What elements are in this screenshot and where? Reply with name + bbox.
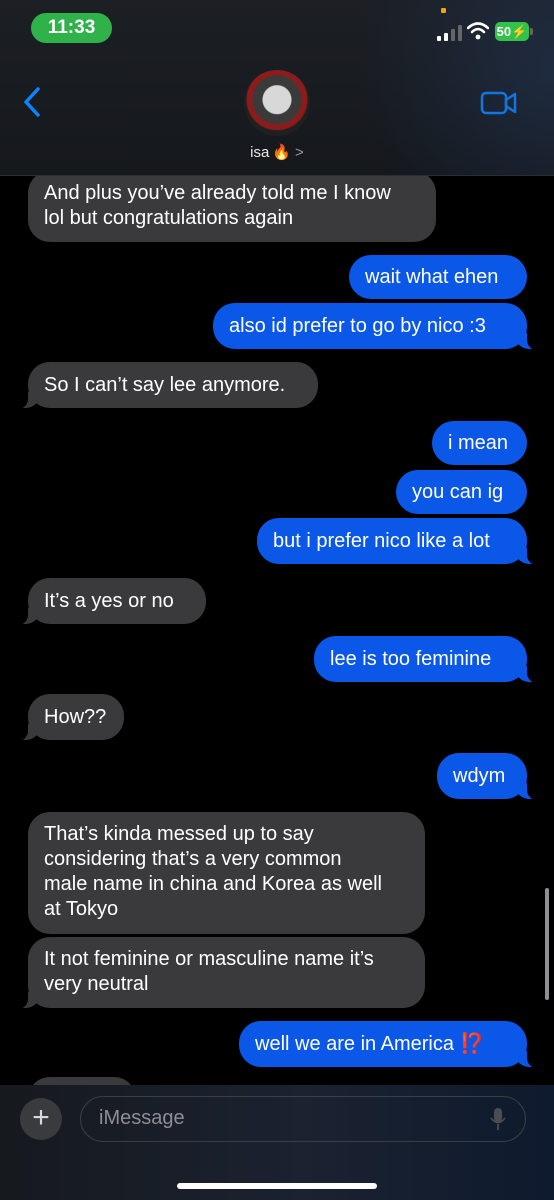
apps-plus-button[interactable]: + <box>20 1098 62 1140</box>
chevron-right-icon: > <box>295 144 304 161</box>
message-line: How?? <box>44 706 107 728</box>
message-line: It not feminine or masculine name it’s <box>44 948 374 970</box>
outgoing-message[interactable]: i mean <box>432 421 527 465</box>
facetime-video-icon[interactable] <box>480 89 518 117</box>
back-chevron-icon[interactable] <box>20 86 44 118</box>
outgoing-message[interactable]: well we are in America ⁉️ <box>239 1021 539 1068</box>
message-line: wdym <box>453 765 506 787</box>
message-line: lee is too feminine <box>330 648 492 670</box>
message-line: at Tokyo <box>44 898 119 920</box>
incoming-message[interactable]: So I can’t say lee anymore. <box>16 362 318 409</box>
message-line: also id prefer to go by nico :3 <box>229 315 486 337</box>
message-line: considering that’s a very common <box>44 848 342 870</box>
battery-cap <box>530 28 533 35</box>
message-line: well we are in America ⁉️ <box>255 1033 485 1055</box>
contact-name: isa <box>250 144 270 161</box>
message-line: but i prefer nico like a lot <box>273 530 490 552</box>
message-line: So I can’t say lee anymore. <box>44 374 286 396</box>
scroll-indicator[interactable] <box>545 888 549 1000</box>
imessage-input[interactable]: iMessage <box>80 1096 526 1142</box>
status-bar: 11:33 50⚡ <box>0 0 554 60</box>
contact-name-row[interactable]: isa 🔥 > <box>0 143 554 161</box>
outgoing-message[interactable]: wdym <box>437 753 539 800</box>
battery-icon: 50⚡ <box>495 22 529 41</box>
battery-level: 50 <box>496 24 512 39</box>
message-line: very neutral <box>44 973 149 995</box>
home-indicator[interactable] <box>177 1183 377 1189</box>
incoming-message[interactable]: How?? <box>16 694 124 741</box>
fire-emoji: 🔥 <box>272 144 292 161</box>
message-line: It’s a yes or no <box>44 590 174 612</box>
message-line: lol but congratulations again <box>44 207 294 229</box>
wifi-icon <box>467 22 489 40</box>
microphone-icon[interactable] <box>490 1107 506 1131</box>
privacy-indicator-icon <box>441 8 446 13</box>
incoming-message[interactable]: It not feminine or masculine name it’s v… <box>16 937 425 1009</box>
message-composer: + iMessage <box>0 1085 554 1200</box>
message-line: That’s kinda messed up to say <box>44 823 314 845</box>
message-line: And plus you’ve already told me I know <box>44 182 391 204</box>
message-line: wait what ehen <box>365 266 499 288</box>
outgoing-message[interactable]: but i prefer nico like a lot <box>257 518 539 565</box>
status-time: 11:33 <box>31 13 112 43</box>
contact-avatar[interactable] <box>244 70 310 136</box>
incoming-message[interactable]: And plus you’ve already told me I know l… <box>28 171 436 242</box>
cellular-signal-icon <box>437 25 462 41</box>
message-line: i mean <box>448 432 509 454</box>
outgoing-message[interactable]: also id prefer to go by nico :3 <box>213 303 539 350</box>
outgoing-message[interactable]: lee is too feminine <box>314 636 539 683</box>
incoming-message[interactable]: That’s kinda messed up to say considerin… <box>28 812 425 934</box>
outgoing-message[interactable]: you can ig <box>396 470 527 514</box>
message-line: you can ig <box>412 481 504 503</box>
incoming-message[interactable]: It’s a yes or no <box>16 578 206 625</box>
outgoing-message[interactable]: wait what ehen <box>349 255 527 299</box>
message-line: male name in china and Korea as well <box>44 873 382 895</box>
